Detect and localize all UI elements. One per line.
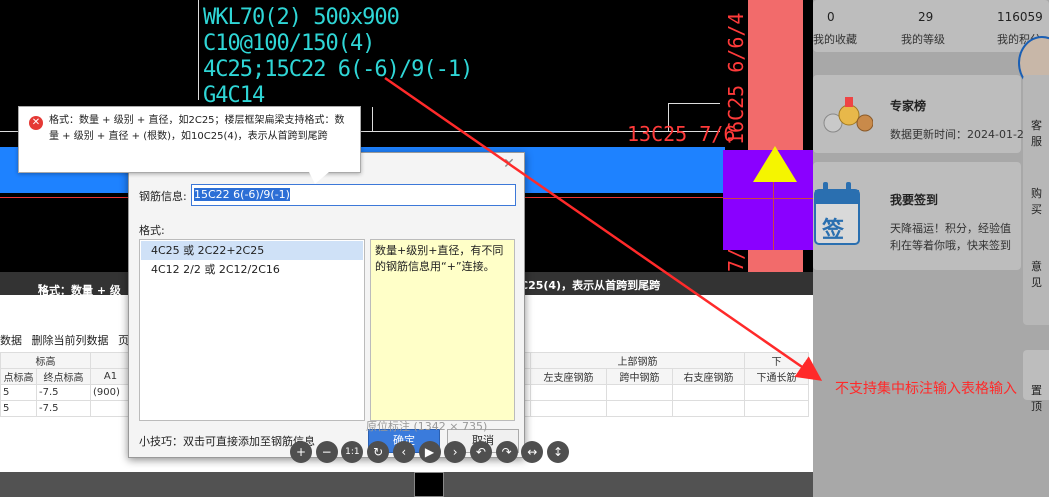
play-icon[interactable]: ▶ — [418, 441, 441, 463]
level-count: 29 — [918, 10, 934, 24]
rebar-annotation-vertical: 16C25 6/6/4 — [724, 12, 748, 145]
toolbar-delete-column-button[interactable]: 删除当前列数据 — [32, 334, 109, 347]
rotate-left-icon[interactable]: ↶ — [469, 441, 492, 463]
signin-title: 我要签到 — [890, 193, 939, 207]
format-item[interactable]: 4C25 或 2C22+2C25 — [141, 241, 363, 260]
expert-updated: 数据更新时间：2024-01-2 — [890, 128, 1024, 141]
beam-label-line-1: WKL70(2) 500x900 — [203, 5, 400, 30]
col-right-support: 右支座钢筋 — [672, 368, 745, 385]
refresh-icon[interactable]: ↻ — [367, 441, 390, 463]
table-cell[interactable]: -7.5 — [36, 400, 91, 417]
flip-vertical-icon[interactable]: ↕ — [547, 441, 569, 463]
image-thumbnail[interactable] — [414, 472, 444, 497]
rebar-info-label: 钢筋信息: — [139, 190, 187, 203]
table-cell[interactable] — [90, 400, 131, 417]
table-cell[interactable]: 5 — [0, 384, 37, 401]
header-top-rebar: 上部钢筋 — [530, 352, 745, 369]
col-mid-span: 跨中钢筋 — [606, 368, 673, 385]
tooltip-tail — [309, 172, 329, 184]
toolbar-data-button[interactable]: 数据 — [0, 334, 22, 347]
level-label[interactable]: 我的等级 — [901, 31, 945, 47]
warning-marker-icon — [753, 146, 797, 182]
format-item[interactable]: 4C12 2/2 或 2C12/2C16 — [141, 260, 363, 279]
table-cell[interactable] — [530, 384, 607, 401]
rebar-annotation: 13C25 7/6 — [627, 122, 736, 146]
close-icon[interactable]: ✕ — [502, 157, 516, 171]
rebar-info-value: 15C22 6(-6)/9(-1) — [194, 188, 290, 201]
table-cell[interactable] — [530, 400, 607, 417]
col-left-support: 左支座钢筋 — [530, 368, 607, 385]
format-description: 数量+级别+直径，有不同的钢筋信息用“+”连接。 — [370, 239, 515, 421]
expert-title: 专家榜 — [890, 99, 927, 113]
favorites-label[interactable]: 我的收藏 — [813, 31, 857, 47]
col-a1: A1 — [90, 368, 131, 385]
format-label: 格式: — [139, 224, 165, 237]
tooltip-text: 格式：数量 + 级别 + 直径，如2C25；楼层框架扁梁支持格式：数量 + 级别… — [49, 115, 345, 142]
calendar-icon: 签 — [813, 178, 863, 248]
table-toolbar: 数据 删除当前列数据 页 — [0, 332, 135, 350]
table-cell[interactable] — [744, 400, 809, 417]
error-icon: ✕ — [29, 116, 43, 130]
cad-gridline — [198, 0, 199, 100]
customer-service-button[interactable]: 客服 — [1031, 117, 1049, 149]
format-list[interactable]: 4C25 或 2C22+2C25 4C12 2/2 或 2C12/2C16 — [139, 239, 365, 421]
points-count: 116059 — [997, 10, 1043, 24]
status-text-right: C25(4)，表示从首跨到尾跨 — [520, 279, 661, 292]
table-cell[interactable]: 5 — [0, 400, 37, 417]
favorites-count: 0 — [827, 10, 835, 24]
image-size-label: 原位标注 (1342 × 735) — [366, 420, 488, 433]
feedback-button[interactable]: 意见 — [1031, 258, 1049, 290]
col-bottom-through: 下通长筋 — [744, 368, 809, 385]
beam-label-line-3: 4C25;15C22 6(-6)/9(-1) — [203, 57, 473, 82]
zoom-in-icon[interactable]: + — [290, 441, 312, 463]
col-start-elevation: 点标高 — [0, 368, 37, 385]
prev-icon[interactable]: ‹ — [392, 441, 415, 463]
signin-desc-line-2: 利在等着你哦，快来签到 — [890, 239, 1011, 252]
back-to-top-button[interactable]: 置顶 — [1031, 382, 1049, 414]
table-cell[interactable]: (900) — [90, 384, 131, 401]
cad-outline — [668, 103, 720, 104]
rebar-info-input[interactable]: 15C22 6(-6)/9(-1) — [191, 184, 516, 206]
header-bottom-rebar: 下 — [744, 352, 809, 369]
buy-button[interactable]: 购买 — [1031, 185, 1049, 217]
table-cell[interactable] — [606, 400, 673, 417]
table-cell[interactable] — [606, 384, 673, 401]
beam-label-line-2: C10@100/150(4) — [203, 31, 375, 56]
rebar-info-dialog: ✕ 钢筋信息: 15C22 6(-6)/9(-1) 格式: 4C25 或 2C2… — [128, 152, 525, 458]
col-end-elevation: 终点标高 — [36, 368, 91, 385]
zoom-out-icon[interactable]: − — [315, 441, 338, 463]
header-spacer — [90, 352, 131, 369]
tip-text: 小技巧：双击可直接添加至钢筋信息 — [139, 435, 315, 448]
viewer-bottom-strip — [0, 472, 813, 497]
community-side-panel: 0 我的收藏 29 我的等级 116059 我的积分 专家榜 数据更新时间：20… — [813, 0, 1049, 497]
cad-outline — [372, 107, 373, 132]
signin-desc-line-1: 天降福运！积分，经验值 — [890, 222, 1011, 235]
rotate-right-icon[interactable]: ↷ — [495, 441, 518, 463]
table-cell[interactable] — [672, 384, 745, 401]
annotation-note: 不支持集中标注输入表格输入 — [835, 381, 1017, 397]
table-cell[interactable] — [672, 400, 745, 417]
signin-icon-text: 签 — [822, 218, 845, 243]
table-cell[interactable]: -7.5 — [36, 384, 91, 401]
cad-red-line — [723, 198, 813, 199]
table-cell[interactable] — [744, 384, 809, 401]
header-elevation: 标高 — [0, 352, 91, 369]
format-error-tooltip: ✕ 格式：数量 + 级别 + 直径，如2C25；楼层框架扁梁支持格式：数量 + … — [18, 106, 361, 184]
medal-icon — [823, 95, 874, 137]
